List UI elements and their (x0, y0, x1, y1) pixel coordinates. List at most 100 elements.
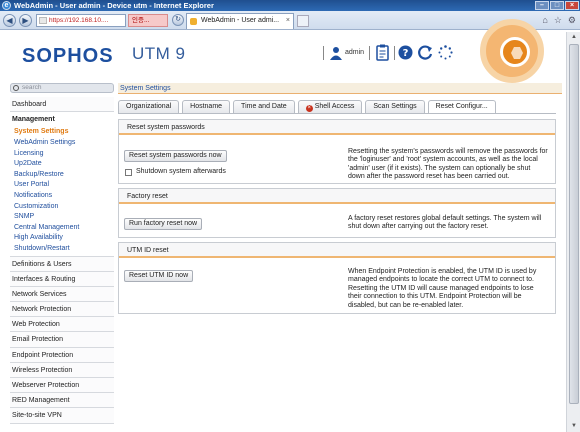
panel-title: Factory reset (119, 189, 555, 204)
sidebar-nav: Dashboard Management System Settings Web… (10, 97, 114, 424)
close-window-button[interactable]: × (565, 1, 579, 10)
sidebar-item-interfaces-routing[interactable]: Interfaces & Routing (10, 271, 114, 287)
tab-label: Shell Access (314, 103, 355, 110)
breadcrumb: System Settings (118, 83, 562, 94)
tab-label: Time and Date (241, 103, 287, 110)
certificate-error-badge[interactable]: 인증... (128, 14, 168, 27)
sidebar-subitem-backup-restore[interactable]: Backup/Restore (10, 170, 114, 181)
help-icon[interactable]: ? (398, 44, 413, 61)
sidebar-item-endpoint-protection[interactable]: Endpoint Protection (10, 347, 114, 363)
sidebar-item-email-protection[interactable]: Email Protection (10, 332, 114, 348)
window-title: WebAdmin - User admin - Device utm - Int… (14, 1, 214, 10)
search-icon (13, 85, 19, 91)
user-icon[interactable] (329, 46, 343, 60)
sidebar-item-wireless-protection[interactable]: Wireless Protection (10, 362, 114, 378)
sophos-emblem (480, 19, 544, 83)
internet-explorer-icon: e (2, 1, 11, 10)
clipboard-icon[interactable] (375, 44, 390, 61)
sidebar-subitem-high-availability[interactable]: High Availability (10, 233, 114, 244)
factory-reset-description: A factory reset restores global default … (348, 215, 542, 231)
favorites-star-icon[interactable]: ☆ (554, 15, 562, 25)
sidebar-section-management[interactable]: Management (10, 112, 114, 128)
tab-time-and-date[interactable]: Time and Date (233, 100, 295, 113)
sidebar-subitem-system-settings[interactable]: System Settings (10, 127, 114, 138)
browser-tab-title: WebAdmin - User admi... (201, 17, 280, 24)
sidebar-item-site-to-site-vpn[interactable]: Site-to-site VPN (10, 408, 114, 424)
browser-tools: ⌂ ☆ ⚙ (542, 15, 576, 25)
product-name: UTM 9 (132, 44, 186, 63)
utm-id-reset-description: When Endpoint Protection is enabled, the… (348, 268, 537, 309)
scrollbar-thumb[interactable] (569, 44, 579, 404)
settings-gear-icon[interactable]: ⚙ (568, 15, 576, 25)
browser-tab[interactable]: WebAdmin - User admi... × (186, 13, 294, 29)
sidebar-item-network-protection[interactable]: Network Protection (10, 302, 114, 318)
window-controls: – □ × (535, 1, 579, 10)
tab-label: Reset Configur... (435, 103, 488, 110)
user-name[interactable]: admin (345, 49, 364, 56)
factory-reset-button[interactable]: Run factory reset now (124, 218, 203, 230)
forward-button[interactable]: ▶ (19, 14, 32, 27)
sidebar-subitem-shutdown-restart[interactable]: Shutdown/Restart (10, 244, 114, 255)
sidebar-item-dashboard[interactable]: Dashboard (10, 97, 114, 113)
shutdown-afterwards-label: Shutdown system afterwards (136, 168, 226, 175)
activity-spinner-icon (438, 45, 453, 60)
sidebar-subitem-snmp[interactable]: SNMP (10, 212, 114, 223)
tab-scan-settings[interactable]: Scan Settings (365, 100, 425, 113)
maximize-button[interactable]: □ (550, 1, 564, 10)
search-input[interactable]: search (10, 83, 114, 93)
tab-reset-configuration[interactable]: Reset Configur... (427, 100, 496, 113)
refresh-button[interactable]: ↻ (172, 14, 184, 26)
tab-label: Organizational (126, 103, 172, 110)
sidebar-item-red-management[interactable]: RED Management (10, 393, 114, 409)
panel-title: Reset system passwords (119, 120, 555, 135)
reset-utm-id-button[interactable]: Reset UTM ID now (124, 270, 194, 282)
reload-icon[interactable] (418, 44, 433, 61)
home-icon[interactable]: ⌂ (542, 15, 547, 25)
utm-id-reset-panel: UTM ID reset Reset UTM ID now When Endpo… (118, 242, 556, 314)
app-header: SOPHOS UTM 9 admin ? (0, 19, 580, 83)
svg-text:?: ? (403, 48, 409, 59)
tab-shell-access[interactable]: × Shell Access (297, 100, 363, 113)
sidebar-item-webserver-protection[interactable]: Webserver Protection (10, 378, 114, 394)
sidebar-subitem-customization[interactable]: Customization (10, 202, 114, 213)
management-submenu: System Settings WebAdmin Settings Licens… (10, 127, 114, 257)
tab-divider (118, 113, 556, 114)
back-button[interactable]: ◀ (3, 14, 16, 27)
reset-passwords-description: Resetting the system's passwords will re… (348, 148, 548, 181)
page-icon (39, 17, 47, 24)
scroll-up-icon[interactable]: ▲ (569, 33, 579, 42)
sidebar-subitem-notifications[interactable]: Notifications (10, 191, 114, 202)
sidebar-item-definitions-users[interactable]: Definitions & Users (10, 256, 114, 272)
sidebar-subitem-webadmin-settings[interactable]: WebAdmin Settings (10, 138, 114, 149)
search-placeholder: search (22, 84, 42, 91)
reset-passwords-panel: Reset system passwords Reset system pass… (118, 119, 556, 184)
window-titlebar: e WebAdmin - User admin - Device utm - I… (0, 0, 580, 11)
new-tab-button[interactable] (297, 15, 309, 27)
panel-title: UTM ID reset (119, 243, 555, 258)
reset-passwords-button[interactable]: Reset system passwords now (124, 150, 227, 162)
tab-label: Hostname (190, 103, 223, 110)
shutdown-afterwards-checkbox[interactable] (125, 169, 132, 176)
sophos-emblem-core (500, 37, 530, 67)
factory-reset-panel: Factory reset Run factory reset now A fa… (118, 188, 556, 238)
tab-hostname[interactable]: Hostname (182, 100, 231, 113)
certificate-error-label: 인증... (132, 17, 150, 24)
scroll-down-icon[interactable]: ▼ (569, 422, 579, 431)
sophos-logo: SOPHOS (22, 45, 114, 67)
header-divider (323, 46, 324, 60)
url-text: https://192.168.10.... (49, 17, 109, 24)
sidebar-subitem-licensing[interactable]: Licensing (10, 149, 114, 160)
hexagon-icon (511, 47, 523, 59)
sidebar-item-network-services[interactable]: Network Services (10, 286, 114, 303)
sidebar-subitem-up2date[interactable]: Up2Date (10, 159, 114, 170)
error-icon: × (305, 105, 313, 112)
sidebar-subitem-central-management[interactable]: Central Management (10, 223, 114, 234)
sidebar-subitem-user-portal[interactable]: User Portal (10, 180, 114, 191)
tab-organizational[interactable]: Organizational (118, 100, 180, 113)
sidebar-item-web-protection[interactable]: Web Protection (10, 317, 114, 333)
address-bar[interactable]: https://192.168.10.... (36, 14, 126, 27)
minimize-button[interactable]: – (535, 1, 549, 10)
close-tab-icon[interactable]: × (286, 14, 290, 28)
page-scrollbar[interactable]: ▲ ▼ (566, 32, 580, 432)
header-divider (394, 46, 395, 60)
